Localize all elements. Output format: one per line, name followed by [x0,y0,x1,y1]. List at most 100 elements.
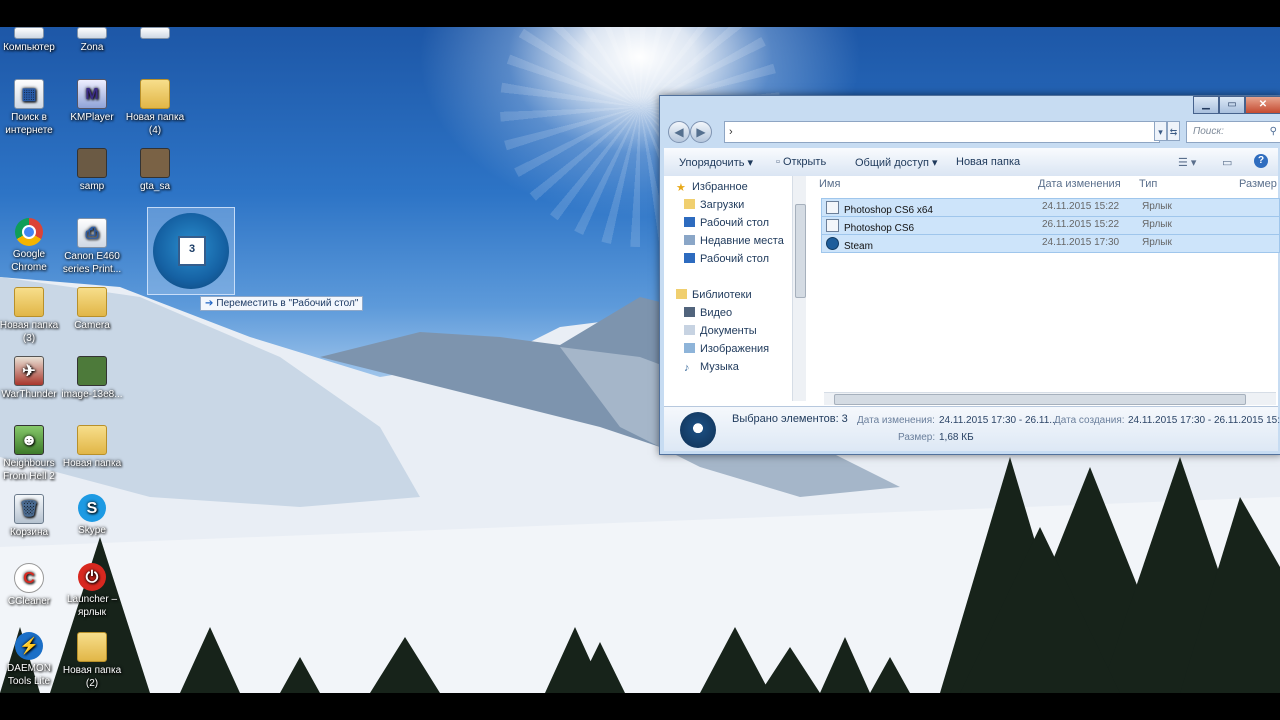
forward-button[interactable]: ▶ [690,121,712,143]
size-label: Размер: [898,432,936,443]
top-letterbox [0,0,1280,27]
desktop-icon-label: Новая папка (2) [62,665,122,689]
desktop-icon-folder-3[interactable]: Новая папка (3) [0,287,61,345]
desktop-icon-folder-2[interactable]: Новая папка (2) [60,632,124,690]
search-placeholder: Поиск: [1193,126,1224,137]
desktop-icon-kmplayer[interactable]: M KMPlayer [60,79,124,124]
back-button[interactable]: ◀ [668,121,690,143]
desktop-icon-unknown[interactable] [123,27,187,41]
nav-music[interactable]: ♪ Музыка [684,358,739,376]
column-date[interactable]: Дата изменения [1038,178,1121,190]
preview-pane-icon[interactable]: ▭ [1222,156,1232,169]
share-button[interactable]: Общий доступ ▾ [855,156,937,169]
navigation-bar: ◀ ▶ › ▾ ⇆ Поиск: ⚲ [660,116,1280,143]
horizontal-scrollbar[interactable] [824,392,1276,405]
desktop-icon-skype[interactable]: S Skype [60,494,124,537]
ccleaner-icon: C [14,563,44,593]
maximize-button[interactable]: ▭ [1219,96,1245,114]
column-name[interactable]: Имя [819,178,840,190]
desktop-icon-label: Neighbours From Hell 2 [3,458,55,482]
nav-favorites[interactable]: ★ Избранное [676,178,748,196]
open-label: Открыть [782,156,827,168]
nav-recent[interactable]: Недавние места [684,232,784,250]
desktop-icon-daemon[interactable]: ⚡ DAEMON Tools Lite [0,632,61,688]
folder-icon [77,632,107,662]
file-row[interactable]: Photoshop CS6 26.11.2015 15:22 Ярлык [821,216,1280,235]
desktop-icon-label: WarThunder [1,389,57,400]
dropdown-arrow-icon[interactable]: ▾ [1154,121,1167,141]
views-icon[interactable]: ☰ ▾ [1178,156,1196,169]
created-label: Дата создания: [1054,415,1125,426]
desktop-icon-gta-sa[interactable]: gta_sa [123,148,187,193]
desktop-icon-samp[interactable]: samp [60,148,124,193]
nav-images[interactable]: Изображения [684,340,769,358]
warthunder-icon: ✈ [14,356,44,386]
desktop-icon-ccleaner[interactable]: C CCleaner [0,563,61,608]
desktop-icon-label: Поиск в интернете [5,112,53,136]
desktop-icon-canon[interactable]: ⎙ Canon E460 series Print... [60,218,124,276]
nav-downloads[interactable]: Загрузки [684,196,744,214]
nav-libraries[interactable]: Библиотеки [676,286,752,304]
desktop-icon-zona[interactable]: Zona [60,27,124,54]
nav-desktop-2[interactable]: Рабочий стол [684,250,769,268]
close-button[interactable]: ✕ [1245,96,1280,114]
command-bar: Упорядочить ▾ ▫ Открыть Общий доступ ▾ Н… [664,148,1278,177]
modified-value: 24.11.2015 17:30 - 26.11... [939,415,1058,426]
help-icon[interactable]: ? [1254,154,1268,168]
drag-preview[interactable]: 3 [147,207,235,295]
downloads-icon [684,199,695,209]
desktop-icon-label: KMPlayer [70,112,114,123]
address-bar[interactable]: › [724,121,1160,143]
nav-label: Библиотеки [692,289,752,301]
nav-scrollbar[interactable] [792,176,806,401]
nav-label: Изображения [700,343,770,355]
horizontal-scrollbar-thumb[interactable] [834,394,1246,405]
desktop-icon-image[interactable]: image-13e8... [60,356,124,401]
desktop-icon-folder-4[interactable]: Новая папка (4) [123,79,187,137]
modified-label: Дата изменения: [857,415,935,426]
desktop-icon-chrome[interactable]: Google Chrome [0,218,61,274]
folder-icon [77,425,107,455]
desktop-icon [684,217,695,227]
explorer-window[interactable]: ▁ ▭ ✕ ◀ ▶ › ▾ ⇆ Поиск: ⚲ Упорядочить ▾ ▫… [659,95,1280,455]
search-input[interactable]: Поиск: ⚲ [1186,121,1280,143]
file-row[interactable]: Steam 24.11.2015 17:30 Ярлык [821,234,1280,253]
desktop-icon-recycle-bin[interactable]: 🗑 Корзина [0,494,61,539]
nav-label: Рабочий стол [700,217,770,229]
desktop-icon-neighbours[interactable]: ☻ Neighbours From Hell 2 [0,425,61,483]
column-size[interactable]: Размер [1239,178,1277,190]
desktop-icon-camera[interactable]: Camera [60,287,124,332]
minimize-button[interactable]: ▁ [1193,96,1219,114]
desktop-icon-launcher[interactable]: ⏻ Launcher – ярлык [60,563,124,619]
address-arrow: › [729,126,733,138]
organize-button[interactable]: Упорядочить ▾ [679,156,753,169]
desktop-icon-warthunder[interactable]: ✈ WarThunder [0,356,61,401]
nav-label: Недавние места [700,235,784,247]
desktop-icon-label: Skype [78,525,106,536]
open-button[interactable]: ▫ Открыть [776,156,826,168]
desktop-icon-new-folder[interactable]: Новая папка [60,425,124,470]
nav-documents[interactable]: Документы [684,322,757,340]
nav-scrollbar-thumb[interactable] [795,204,806,298]
folder-icon [77,287,107,317]
file-date: 24.11.2015 17:30 [1042,237,1120,248]
printer-icon: ⎙ [77,218,107,248]
chrome-icon [15,218,43,246]
desktop-icon-label: Новая папка (3) [0,320,59,344]
file-name: Steam [826,237,873,252]
file-name: Photoshop CS6 x64 [826,201,933,216]
bottom-letterbox [0,693,1280,720]
nav-video[interactable]: Видео [684,304,732,322]
desktop-icon-search-internet[interactable]: ▦ Поиск в интернете [0,79,61,137]
star-icon: ★ [676,182,686,194]
title-bar[interactable]: ▁ ▭ ✕ [660,96,1280,116]
column-type[interactable]: Тип [1139,178,1157,190]
kmplayer-icon: M [77,79,107,109]
address-buttons: ▾ ⇆ [1154,121,1180,141]
desktop-icon-label: Camera [74,320,110,331]
refresh-icon[interactable]: ⇆ [1167,121,1180,141]
new-folder-button[interactable]: Новая папка [956,156,1020,168]
desktop-icon-computer[interactable]: Компьютер [0,27,61,54]
file-row[interactable]: Photoshop CS6 x64 24.11.2015 15:22 Ярлык [821,198,1280,217]
nav-desktop[interactable]: Рабочий стол [684,214,769,232]
